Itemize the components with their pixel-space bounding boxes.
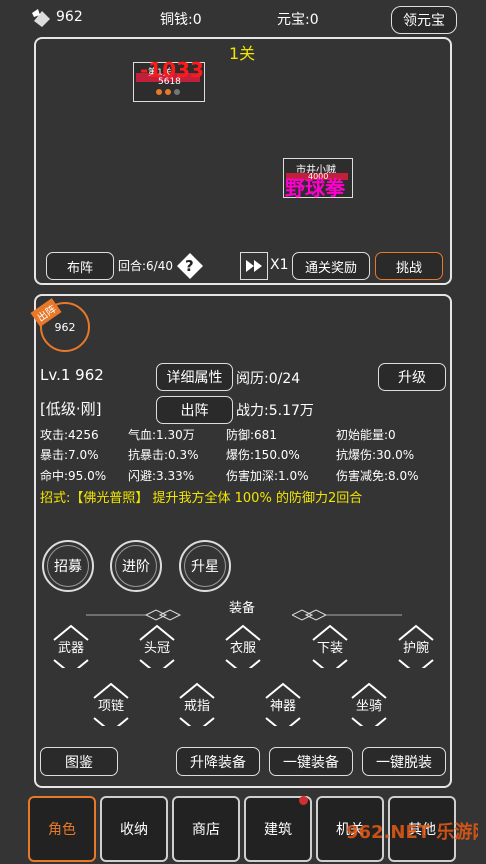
stat-dodge: 闪避:3.33% xyxy=(128,469,195,483)
hero-grade: [低级·刚] xyxy=(40,400,102,418)
stat-crit: 暴击:7.0% xyxy=(40,448,99,462)
equip-slot-bracer[interactable]: 护腕 xyxy=(389,624,443,668)
energy-dot xyxy=(156,89,162,95)
energy-dot xyxy=(174,89,180,95)
stat-crit-resist: 抗暴击:0.3% xyxy=(128,448,199,462)
damage-number: -1033 xyxy=(140,58,204,82)
equip-all-button[interactable]: 一键装备 xyxy=(269,747,353,776)
stat-defense: 防御:681 xyxy=(226,428,277,442)
equip-slot-necklace[interactable]: 项链 xyxy=(84,682,138,726)
energy-dot xyxy=(165,89,171,95)
equip-slot-mount[interactable]: 坐骑 xyxy=(342,682,396,726)
claim-yuanbao-button[interactable]: 领元宝 xyxy=(391,6,457,34)
stat-hit: 命中:95.0% xyxy=(40,469,107,483)
stage-label: 1关 xyxy=(229,44,256,63)
hero-avatar-value: 962 xyxy=(54,320,76,334)
equip-slot-clothes[interactable]: 衣服 xyxy=(216,624,270,668)
watermark: 962.NET 乐游网 xyxy=(346,822,478,843)
equip-slot-pants[interactable]: 下装 xyxy=(303,624,357,668)
equip-slot-artifact[interactable]: 神器 xyxy=(256,682,310,726)
equip-slot-weapon[interactable]: 武器 xyxy=(44,624,98,668)
tab-building[interactable]: 建筑 xyxy=(244,796,312,862)
enemy-skill-name: 野球拳 xyxy=(285,176,345,200)
speed-label: X1 xyxy=(270,257,289,273)
equip-divider-right xyxy=(290,606,402,621)
recruit-button[interactable]: 招募 xyxy=(42,540,94,592)
level-up-button[interactable]: 升级 xyxy=(378,363,446,391)
clear-reward-button[interactable]: 通关奖励 xyxy=(292,252,370,280)
fast-forward-button[interactable] xyxy=(240,252,268,280)
upgrade-equipment-button[interactable]: 升降装备 xyxy=(176,747,260,776)
hero-level-name: Lv.1 962 xyxy=(40,366,104,384)
equip-slot-ring[interactable]: 戒指 xyxy=(170,682,224,726)
unequip-all-button[interactable]: 一键脱装 xyxy=(362,747,446,776)
stat-damage-reduction: 伤害减免:8.0% xyxy=(336,469,419,483)
equipment-title: 装备 xyxy=(229,601,256,616)
stat-crit-damage: 爆伤:150.0% xyxy=(226,448,300,462)
stat-initial-energy: 初始能量:0 xyxy=(336,428,396,442)
star-up-button[interactable]: 升星 xyxy=(179,540,231,592)
notification-dot xyxy=(299,796,308,805)
codex-button[interactable]: 图鉴 xyxy=(40,747,118,776)
yuanbao-count: 元宝:0 xyxy=(277,12,319,28)
tab-character[interactable]: 角色 xyxy=(28,796,96,862)
stat-damage-amplify: 伤害加深:1.0% xyxy=(226,469,309,483)
combat-power: 战力:5.17万 xyxy=(236,403,314,419)
equip-divider-left xyxy=(86,606,192,621)
skill-description: 招式:【佛光普照】 提升我方全体 100% 的防御力2回合 xyxy=(40,491,363,506)
round-counter: 回合:6/40 xyxy=(118,259,173,273)
stat-attack: 攻击:4256 xyxy=(40,428,99,442)
detail-attributes-button[interactable]: 详细属性 xyxy=(156,363,233,391)
help-icon[interactable]: ? xyxy=(176,252,204,280)
battle-panel xyxy=(34,37,452,285)
equip-slot-crown[interactable]: 头冠 xyxy=(130,624,184,668)
diamond-currency-icon xyxy=(30,7,54,29)
deploy-button[interactable]: 出阵 xyxy=(156,396,233,424)
currency-value: 962 xyxy=(56,9,83,25)
experience: 阅历:0/24 xyxy=(236,371,301,387)
copper-coins: 铜钱:0 xyxy=(160,12,202,28)
fast-forward-icon xyxy=(246,260,262,272)
advance-button[interactable]: 进阶 xyxy=(110,540,162,592)
stat-hp: 气血:1.30万 xyxy=(128,428,195,442)
formation-button[interactable]: 布阵 xyxy=(46,252,114,280)
challenge-button[interactable]: 挑战 xyxy=(375,252,443,280)
tab-storage[interactable]: 收纳 xyxy=(100,796,168,862)
stat-crit-damage-resist: 抗爆伤:30.0% xyxy=(336,448,415,462)
tab-shop[interactable]: 商店 xyxy=(172,796,240,862)
